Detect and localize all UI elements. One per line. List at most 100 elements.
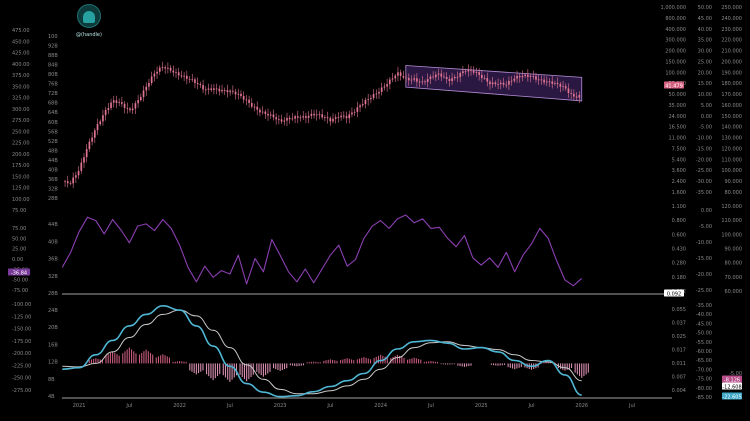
candle-body — [510, 80, 513, 82]
left-axis-label: 150.00 — [12, 174, 30, 180]
candle-body — [226, 90, 229, 93]
candle-body — [559, 83, 562, 87]
candle-body — [383, 86, 386, 88]
candle-body — [167, 67, 169, 69]
right-axis-1-label: 1,000.000 — [661, 5, 686, 11]
right-axis-3-label: 230.000 — [721, 27, 742, 33]
rsi-left-tag: -36.84 — [11, 271, 27, 277]
hooded-figure-icon — [77, 4, 101, 28]
candle-body — [207, 88, 210, 90]
candle-body — [424, 81, 426, 83]
candle-body — [188, 78, 191, 80]
right-axis-3-label: 200.000 — [721, 59, 742, 65]
candle-body — [296, 116, 299, 118]
candle-body — [537, 79, 540, 81]
candle-body — [269, 114, 272, 116]
candle-body — [294, 116, 296, 119]
candle-body — [462, 71, 464, 74]
inner-axis-label: 16B — [48, 342, 58, 348]
right-axis-3-label: 210.000 — [721, 49, 742, 55]
candle-body — [234, 91, 237, 95]
candle-body — [459, 73, 462, 77]
candle-body — [139, 97, 142, 101]
right-axis-2-label: 25.00 — [698, 59, 712, 65]
candle-body — [453, 76, 456, 79]
right-axis-3-label: 100.000 — [721, 232, 742, 238]
candle-body — [288, 117, 291, 120]
candle-body — [451, 78, 453, 82]
right-axis-1-label: 11.000 — [669, 136, 687, 142]
left-axis-label: -250.00 — [12, 376, 31, 382]
candle-body — [185, 75, 188, 79]
candle-body — [232, 90, 234, 92]
candle-body — [96, 124, 99, 131]
candle-body — [437, 73, 440, 75]
candle-body — [361, 104, 364, 106]
right-axis-3-label: 60.000 — [725, 289, 743, 295]
candle-body — [107, 107, 110, 111]
candle-body — [91, 137, 93, 142]
candle-body — [445, 76, 448, 79]
candle-body — [245, 99, 248, 101]
candle-body — [177, 72, 180, 76]
candle-body — [72, 177, 75, 184]
left-axis-label: 75.00 — [12, 226, 26, 232]
right-axis-2-label: -50.00 — [696, 331, 712, 337]
candle-body — [278, 119, 280, 121]
candle-body — [104, 110, 107, 116]
candle-body — [375, 93, 378, 95]
right-axis-3-label: 150.000 — [721, 114, 742, 120]
candle-body — [421, 81, 424, 83]
inner-axis-label: 28B — [48, 196, 58, 202]
candle-body — [210, 88, 213, 90]
right-axis-2-label: -70.00 — [696, 367, 712, 373]
candle-body — [435, 74, 437, 78]
candle-body — [64, 181, 66, 183]
inner-axis-label: 80B — [48, 72, 58, 78]
right-axis-1-label: 200.000 — [665, 49, 686, 55]
right-axis-3-label: 190.000 — [721, 70, 742, 76]
candle-body — [478, 72, 480, 75]
left-axis-label: 0.00 — [12, 257, 23, 263]
right-axis-2-label: -85.00 — [696, 395, 712, 401]
candle-body — [551, 81, 554, 84]
candle-body — [372, 94, 375, 99]
right-axis-3-label: 140.000 — [721, 125, 742, 131]
right-axis-2-label: 50.00 — [698, 5, 712, 11]
right-axis-3-label: 130.000 — [721, 136, 742, 142]
left-axis-label: 25.00 — [12, 247, 26, 253]
candle-body — [194, 79, 196, 84]
candle-body — [464, 71, 467, 73]
candle-body — [161, 67, 164, 69]
inner-axis-label: 36B — [48, 177, 58, 183]
candle-body — [407, 77, 410, 81]
inner-axis-label: 44B — [48, 158, 58, 164]
candle-body — [66, 181, 69, 184]
candle-body — [291, 118, 294, 120]
right-axis-2-label: 0.00 — [701, 114, 712, 120]
right-axis-1-label: 800.000 — [665, 16, 686, 22]
candle-body — [264, 111, 267, 114]
candle-body — [250, 102, 253, 107]
right-axis-1-label: 3.600 — [672, 168, 686, 174]
candle-body — [399, 72, 402, 76]
right-axis-3-label: 80.000 — [725, 261, 743, 267]
candle-body — [307, 115, 310, 118]
left-axis-label: 200.00 — [12, 152, 30, 158]
candle-body — [145, 86, 148, 91]
inner-axis-label: 48B — [48, 148, 58, 154]
candle-body — [204, 89, 207, 91]
candle-body — [142, 90, 145, 98]
right-axis-3-label: 160.000 — [721, 103, 742, 109]
candle-body — [345, 116, 348, 119]
candle-body — [229, 90, 231, 93]
candle-body — [99, 121, 102, 125]
candle-body — [578, 94, 581, 98]
x-axis-label: Jul — [226, 403, 233, 409]
candle-body — [158, 67, 161, 72]
candle-body — [153, 73, 156, 77]
candle-body — [280, 119, 283, 122]
inner-axis-label: 76B — [48, 82, 58, 88]
right-axis-1-label: 7.500 — [672, 146, 686, 152]
candle-body — [259, 109, 261, 113]
